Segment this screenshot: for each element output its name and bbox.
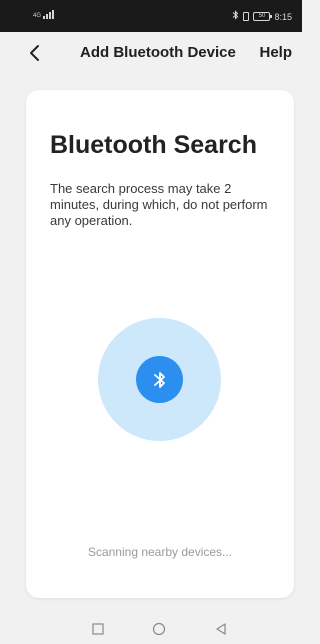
status-time: 8:15 bbox=[274, 11, 292, 22]
signal-label: 4G bbox=[33, 13, 42, 19]
system-back-button[interactable] bbox=[214, 622, 228, 641]
help-button[interactable]: Help bbox=[259, 44, 292, 61]
signal-icon bbox=[46, 14, 49, 19]
home-button[interactable] bbox=[152, 622, 166, 641]
vibrate-icon bbox=[243, 12, 250, 21]
home-circle-icon bbox=[152, 622, 166, 636]
recents-button[interactable] bbox=[91, 622, 105, 641]
signal-icon bbox=[43, 16, 46, 19]
signal-icon bbox=[52, 10, 55, 19]
chevron-left-icon bbox=[30, 45, 39, 61]
bluetooth-search-card: Bluetooth Search The search process may … bbox=[26, 90, 294, 598]
battery-icon: 50 bbox=[253, 12, 273, 21]
system-navigation-bar bbox=[0, 614, 302, 644]
battery-level: 50 bbox=[258, 13, 266, 19]
page-title: Add Bluetooth Device bbox=[80, 44, 236, 61]
card-title: Bluetooth Search bbox=[50, 131, 257, 159]
signal-icon bbox=[49, 12, 52, 19]
card-description: The search process may take 2 minutes, d… bbox=[50, 181, 268, 228]
back-button[interactable] bbox=[24, 41, 46, 65]
recents-square-icon bbox=[92, 623, 104, 635]
status-bar: 4G 50 8:15 bbox=[0, 0, 302, 32]
nav-header: Add Bluetooth Device Help bbox=[0, 32, 302, 74]
bluetooth-icon bbox=[153, 371, 165, 388]
scan-status-text: Scanning nearby devices... bbox=[87, 545, 233, 559]
bluetooth-scan-indicator bbox=[136, 356, 183, 403]
status-icons: 50 8:15 bbox=[232, 10, 292, 23]
bluetooth-status-icon bbox=[232, 10, 239, 23]
back-triangle-icon bbox=[216, 623, 226, 635]
signal-indicator: 4G bbox=[33, 10, 55, 19]
